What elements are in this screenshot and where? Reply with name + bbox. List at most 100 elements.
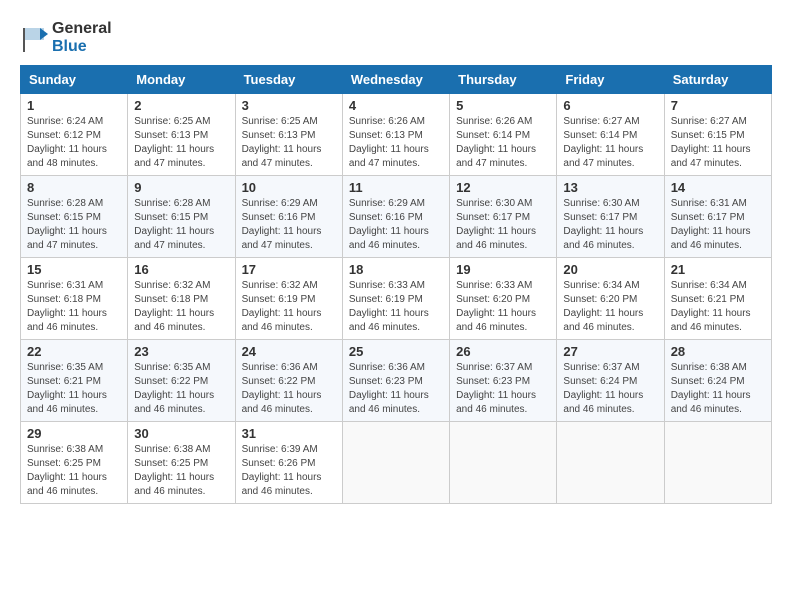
calendar-header-tuesday: Tuesday bbox=[235, 66, 342, 94]
day-info: Sunrise: 6:37 AMSunset: 6:24 PMDaylight:… bbox=[563, 361, 657, 417]
calendar-cell: 29 Sunrise: 6:38 AMSunset: 6:25 PMDaylig… bbox=[21, 422, 128, 504]
logo-general: General bbox=[52, 20, 112, 38]
calendar-cell: 10 Sunrise: 6:29 AMSunset: 6:16 PMDaylig… bbox=[235, 176, 342, 258]
calendar-header-saturday: Saturday bbox=[664, 66, 771, 94]
calendar-header-sunday: Sunday bbox=[21, 66, 128, 94]
calendar-cell: 1 Sunrise: 6:24 AMSunset: 6:12 PMDayligh… bbox=[21, 94, 128, 176]
day-info: Sunrise: 6:25 AMSunset: 6:13 PMDaylight:… bbox=[134, 115, 228, 171]
day-number: 11 bbox=[349, 180, 443, 195]
calendar-cell: 9 Sunrise: 6:28 AMSunset: 6:15 PMDayligh… bbox=[128, 176, 235, 258]
calendar-cell: 13 Sunrise: 6:30 AMSunset: 6:17 PMDaylig… bbox=[557, 176, 664, 258]
calendar-cell: 17 Sunrise: 6:32 AMSunset: 6:19 PMDaylig… bbox=[235, 258, 342, 340]
day-number: 8 bbox=[27, 180, 121, 195]
calendar-week-5: 29 Sunrise: 6:38 AMSunset: 6:25 PMDaylig… bbox=[21, 422, 772, 504]
day-number: 28 bbox=[671, 344, 765, 359]
day-info: Sunrise: 6:34 AMSunset: 6:21 PMDaylight:… bbox=[671, 279, 765, 335]
day-number: 29 bbox=[27, 426, 121, 441]
day-number: 15 bbox=[27, 262, 121, 277]
day-info: Sunrise: 6:30 AMSunset: 6:17 PMDaylight:… bbox=[456, 197, 550, 253]
calendar-cell: 23 Sunrise: 6:35 AMSunset: 6:22 PMDaylig… bbox=[128, 340, 235, 422]
calendar-cell: 24 Sunrise: 6:36 AMSunset: 6:22 PMDaylig… bbox=[235, 340, 342, 422]
day-info: Sunrise: 6:29 AMSunset: 6:16 PMDaylight:… bbox=[349, 197, 443, 253]
calendar-cell: 2 Sunrise: 6:25 AMSunset: 6:13 PMDayligh… bbox=[128, 94, 235, 176]
calendar-cell: 18 Sunrise: 6:33 AMSunset: 6:19 PMDaylig… bbox=[342, 258, 449, 340]
calendar-cell: 28 Sunrise: 6:38 AMSunset: 6:24 PMDaylig… bbox=[664, 340, 771, 422]
day-info: Sunrise: 6:33 AMSunset: 6:19 PMDaylight:… bbox=[349, 279, 443, 335]
day-info: Sunrise: 6:25 AMSunset: 6:13 PMDaylight:… bbox=[242, 115, 336, 171]
day-info: Sunrise: 6:34 AMSunset: 6:20 PMDaylight:… bbox=[563, 279, 657, 335]
day-number: 22 bbox=[27, 344, 121, 359]
day-number: 25 bbox=[349, 344, 443, 359]
day-info: Sunrise: 6:35 AMSunset: 6:22 PMDaylight:… bbox=[134, 361, 228, 417]
day-info: Sunrise: 6:31 AMSunset: 6:17 PMDaylight:… bbox=[671, 197, 765, 253]
calendar-cell: 8 Sunrise: 6:28 AMSunset: 6:15 PMDayligh… bbox=[21, 176, 128, 258]
day-number: 6 bbox=[563, 98, 657, 113]
calendar-cell: 25 Sunrise: 6:36 AMSunset: 6:23 PMDaylig… bbox=[342, 340, 449, 422]
day-info: Sunrise: 6:38 AMSunset: 6:25 PMDaylight:… bbox=[134, 443, 228, 499]
calendar-cell bbox=[342, 422, 449, 504]
day-info: Sunrise: 6:36 AMSunset: 6:22 PMDaylight:… bbox=[242, 361, 336, 417]
logo: General Blue bbox=[20, 20, 112, 55]
calendar-week-3: 15 Sunrise: 6:31 AMSunset: 6:18 PMDaylig… bbox=[21, 258, 772, 340]
day-info: Sunrise: 6:39 AMSunset: 6:26 PMDaylight:… bbox=[242, 443, 336, 499]
logo-text: General Blue bbox=[52, 20, 112, 55]
day-number: 20 bbox=[563, 262, 657, 277]
day-number: 14 bbox=[671, 180, 765, 195]
logo-flag-icon bbox=[20, 24, 48, 52]
logo-blue: Blue bbox=[52, 38, 112, 56]
calendar-cell: 31 Sunrise: 6:39 AMSunset: 6:26 PMDaylig… bbox=[235, 422, 342, 504]
day-number: 24 bbox=[242, 344, 336, 359]
day-number: 17 bbox=[242, 262, 336, 277]
day-info: Sunrise: 6:29 AMSunset: 6:16 PMDaylight:… bbox=[242, 197, 336, 253]
calendar-header-friday: Friday bbox=[557, 66, 664, 94]
day-info: Sunrise: 6:32 AMSunset: 6:19 PMDaylight:… bbox=[242, 279, 336, 335]
calendar-cell: 27 Sunrise: 6:37 AMSunset: 6:24 PMDaylig… bbox=[557, 340, 664, 422]
calendar-header-thursday: Thursday bbox=[450, 66, 557, 94]
calendar-header-wednesday: Wednesday bbox=[342, 66, 449, 94]
day-info: Sunrise: 6:26 AMSunset: 6:14 PMDaylight:… bbox=[456, 115, 550, 171]
calendar-header-row: SundayMondayTuesdayWednesdayThursdayFrid… bbox=[21, 66, 772, 94]
day-number: 13 bbox=[563, 180, 657, 195]
day-number: 12 bbox=[456, 180, 550, 195]
day-info: Sunrise: 6:27 AMSunset: 6:15 PMDaylight:… bbox=[671, 115, 765, 171]
calendar-cell bbox=[557, 422, 664, 504]
calendar-cell: 20 Sunrise: 6:34 AMSunset: 6:20 PMDaylig… bbox=[557, 258, 664, 340]
calendar-cell bbox=[664, 422, 771, 504]
calendar-cell: 15 Sunrise: 6:31 AMSunset: 6:18 PMDaylig… bbox=[21, 258, 128, 340]
calendar-cell: 7 Sunrise: 6:27 AMSunset: 6:15 PMDayligh… bbox=[664, 94, 771, 176]
calendar-cell: 26 Sunrise: 6:37 AMSunset: 6:23 PMDaylig… bbox=[450, 340, 557, 422]
calendar-week-1: 1 Sunrise: 6:24 AMSunset: 6:12 PMDayligh… bbox=[21, 94, 772, 176]
day-info: Sunrise: 6:28 AMSunset: 6:15 PMDaylight:… bbox=[27, 197, 121, 253]
calendar-cell: 5 Sunrise: 6:26 AMSunset: 6:14 PMDayligh… bbox=[450, 94, 557, 176]
day-info: Sunrise: 6:33 AMSunset: 6:20 PMDaylight:… bbox=[456, 279, 550, 335]
calendar-cell: 21 Sunrise: 6:34 AMSunset: 6:21 PMDaylig… bbox=[664, 258, 771, 340]
day-info: Sunrise: 6:24 AMSunset: 6:12 PMDaylight:… bbox=[27, 115, 121, 171]
day-info: Sunrise: 6:36 AMSunset: 6:23 PMDaylight:… bbox=[349, 361, 443, 417]
day-number: 27 bbox=[563, 344, 657, 359]
day-number: 2 bbox=[134, 98, 228, 113]
calendar-cell: 19 Sunrise: 6:33 AMSunset: 6:20 PMDaylig… bbox=[450, 258, 557, 340]
day-info: Sunrise: 6:28 AMSunset: 6:15 PMDaylight:… bbox=[134, 197, 228, 253]
calendar-header-monday: Monday bbox=[128, 66, 235, 94]
day-number: 10 bbox=[242, 180, 336, 195]
logo-block: General Blue bbox=[20, 20, 112, 55]
day-info: Sunrise: 6:38 AMSunset: 6:25 PMDaylight:… bbox=[27, 443, 121, 499]
calendar-cell: 14 Sunrise: 6:31 AMSunset: 6:17 PMDaylig… bbox=[664, 176, 771, 258]
day-number: 3 bbox=[242, 98, 336, 113]
calendar-cell: 16 Sunrise: 6:32 AMSunset: 6:18 PMDaylig… bbox=[128, 258, 235, 340]
day-number: 30 bbox=[134, 426, 228, 441]
day-info: Sunrise: 6:31 AMSunset: 6:18 PMDaylight:… bbox=[27, 279, 121, 335]
calendar-cell: 6 Sunrise: 6:27 AMSunset: 6:14 PMDayligh… bbox=[557, 94, 664, 176]
day-number: 31 bbox=[242, 426, 336, 441]
day-number: 7 bbox=[671, 98, 765, 113]
day-info: Sunrise: 6:30 AMSunset: 6:17 PMDaylight:… bbox=[563, 197, 657, 253]
day-number: 21 bbox=[671, 262, 765, 277]
day-number: 19 bbox=[456, 262, 550, 277]
day-number: 4 bbox=[349, 98, 443, 113]
calendar-cell: 22 Sunrise: 6:35 AMSunset: 6:21 PMDaylig… bbox=[21, 340, 128, 422]
day-number: 23 bbox=[134, 344, 228, 359]
calendar-table: SundayMondayTuesdayWednesdayThursdayFrid… bbox=[20, 65, 772, 504]
calendar-cell: 12 Sunrise: 6:30 AMSunset: 6:17 PMDaylig… bbox=[450, 176, 557, 258]
calendar-cell: 11 Sunrise: 6:29 AMSunset: 6:16 PMDaylig… bbox=[342, 176, 449, 258]
calendar-week-4: 22 Sunrise: 6:35 AMSunset: 6:21 PMDaylig… bbox=[21, 340, 772, 422]
